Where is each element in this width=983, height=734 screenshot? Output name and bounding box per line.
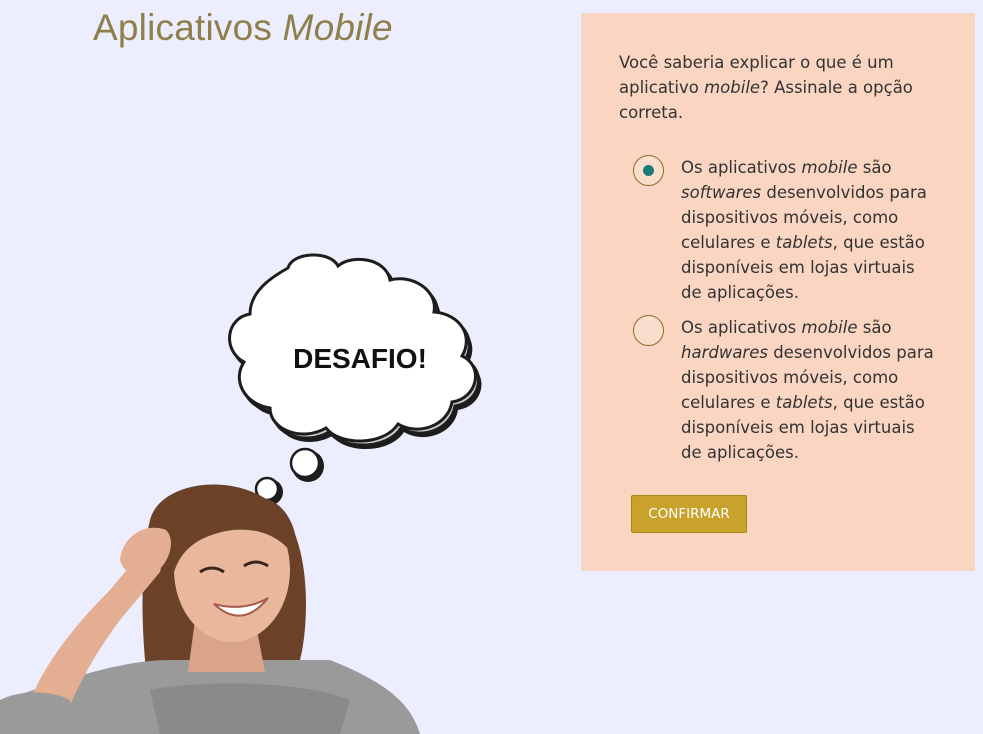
- option-1-italic-1: mobile: [801, 158, 858, 177]
- answer-option-2-text: Os aplicativos mobile são hardwares dese…: [681, 315, 937, 465]
- page-title: Aplicativos Mobile: [93, 2, 393, 54]
- quiz-panel: Você saberia explicar o que é um aplicat…: [581, 13, 975, 571]
- option-1-italic-2: softwares: [681, 183, 762, 202]
- option-2-text-2: são: [857, 318, 892, 337]
- option-1-text-2: são: [857, 158, 892, 177]
- question-italic: mobile: [704, 78, 761, 97]
- question-text: Você saberia explicar o que é um aplicat…: [619, 50, 949, 125]
- option-2-italic-1: mobile: [801, 318, 858, 337]
- option-1-italic-3: tablets: [775, 233, 833, 252]
- radio-button-selected[interactable]: [633, 155, 664, 186]
- answer-option-1-text: Os aplicativos mobile são softwares dese…: [681, 155, 937, 305]
- thought-bubble-icon: [228, 253, 482, 505]
- bubble-text: DESAFIO!: [293, 343, 427, 374]
- radio-dot-icon: [642, 164, 654, 176]
- radio-button-unselected[interactable]: [633, 315, 664, 346]
- option-2-text-1: Os aplicativos: [681, 318, 802, 337]
- option-2-italic-2: hardwares: [681, 343, 768, 362]
- page-title-text: Aplicativos: [93, 7, 283, 48]
- page-title-italic: Mobile: [282, 7, 393, 48]
- challenge-illustration: DESAFIO!: [0, 253, 482, 734]
- option-1-text-1: Os aplicativos: [681, 158, 802, 177]
- confirm-button[interactable]: CONFIRMAR: [631, 495, 747, 533]
- woman-figure: [0, 484, 420, 734]
- option-2-italic-3: tablets: [775, 393, 833, 412]
